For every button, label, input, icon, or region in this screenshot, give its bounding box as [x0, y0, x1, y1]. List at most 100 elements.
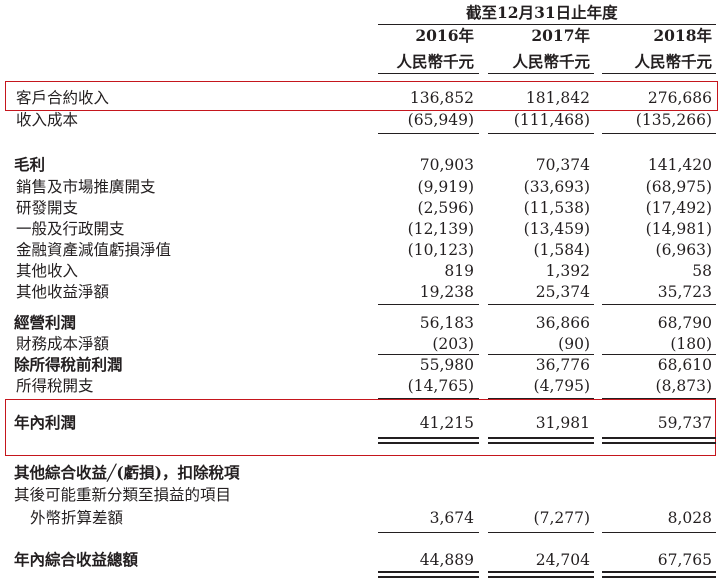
- year-header-2016: 2016年: [415, 26, 474, 45]
- row-value: 58: [692, 262, 712, 280]
- period-underline: [378, 24, 716, 25]
- subtotal-line: [602, 133, 716, 134]
- row-value: (203): [432, 335, 474, 353]
- row-label-oci-heading: 其他綜合收益╱(虧損)，扣除稅項: [14, 463, 240, 482]
- profit-highlight-box: [5, 399, 716, 456]
- row-value: (33,693): [523, 178, 590, 196]
- row-value: (4,795): [533, 377, 590, 395]
- row-label-reclassifiable-items: 其後可能重新分類至損益的項目: [14, 486, 232, 504]
- double-underline: [378, 437, 479, 439]
- row-label-revenue: 客戶合約收入: [16, 89, 110, 107]
- row-value: 3,674: [429, 509, 474, 527]
- row-label-gross-profit: 毛利: [14, 155, 46, 174]
- row-label-impairment-losses: 金融資產減值虧損淨值: [16, 241, 172, 259]
- row-label-income-tax: 所得稅開支: [16, 377, 94, 395]
- row-value: 276,686: [647, 89, 712, 107]
- row-value: 136,852: [409, 89, 474, 107]
- double-underline: [488, 437, 594, 439]
- row-label-selling-expenses: 銷售及市場推廣開支: [16, 178, 156, 196]
- row-value: (17,492): [645, 199, 712, 217]
- row-value: (14,765): [407, 377, 474, 395]
- row-value: (111,468): [513, 111, 590, 129]
- row-value: 59,737: [657, 414, 712, 432]
- row-value: (11,538): [523, 199, 590, 217]
- row-label-profit-before-tax: 除所得稅前利潤: [14, 355, 123, 374]
- double-underline: [378, 442, 479, 444]
- row-value: (8,873): [655, 377, 712, 395]
- row-value: (13,459): [523, 220, 590, 238]
- row-label-cost-of-revenue: 收入成本: [16, 111, 79, 129]
- row-value: (9,919): [417, 178, 474, 196]
- row-value: (65,949): [407, 111, 474, 129]
- row-value: 1,392: [545, 262, 590, 280]
- row-label-fx-translation: 外幣折算差額: [30, 509, 124, 527]
- row-value: (10,123): [407, 241, 474, 259]
- unit-header-2018: 人民幣千元: [634, 52, 712, 71]
- subtotal-line: [602, 532, 716, 533]
- period-header: 截至12月31日止年度: [466, 3, 618, 22]
- row-value: (180): [670, 335, 712, 353]
- unit-header-2017: 人民幣千元: [512, 52, 590, 71]
- row-value: (68,975): [645, 178, 712, 196]
- unit-header-2016: 人民幣千元: [396, 52, 474, 71]
- row-value: 70,374: [535, 156, 590, 174]
- double-underline: [602, 576, 716, 578]
- row-value: 55,980: [419, 356, 474, 374]
- subtotal-line: [488, 532, 594, 533]
- row-value: (1,584): [533, 241, 590, 259]
- row-label-other-gains: 其他收益淨額: [16, 283, 110, 301]
- row-label-operating-profit: 經營利潤: [14, 313, 77, 332]
- double-underline: [488, 571, 594, 573]
- row-label-admin-expenses: 一般及行政開支: [16, 220, 125, 238]
- row-value: 67,765: [657, 551, 712, 569]
- subtotal-line: [378, 354, 479, 355]
- double-underline: [378, 576, 479, 578]
- subtotal-line: [488, 304, 594, 305]
- row-value: 8,028: [667, 509, 712, 527]
- row-value: 181,842: [525, 89, 590, 107]
- row-label-total-comprehensive-income: 年內綜合收益總額: [14, 550, 139, 569]
- subtotal-line: [602, 304, 716, 305]
- subtotal-line: [378, 304, 479, 305]
- row-label-profit-for-year: 年內利潤: [14, 413, 77, 432]
- row-value: 41,215: [419, 414, 474, 432]
- row-value: 141,420: [647, 156, 712, 174]
- unit-underline: [488, 73, 594, 74]
- unit-underline: [602, 73, 716, 74]
- row-value: 68,610: [657, 356, 712, 374]
- row-value: 35,723: [657, 283, 712, 301]
- subtotal-line: [488, 133, 594, 134]
- double-underline: [602, 442, 716, 444]
- subtotal-line: [378, 532, 479, 533]
- row-value: 44,889: [419, 551, 474, 569]
- double-underline: [602, 437, 716, 439]
- double-underline: [378, 571, 479, 573]
- row-label-other-income: 其他收入: [16, 262, 79, 280]
- row-value: 36,776: [535, 356, 590, 374]
- row-value: (2,596): [417, 199, 474, 217]
- row-value: 24,704: [535, 551, 590, 569]
- row-value: 25,374: [535, 283, 590, 301]
- row-label-rnd-expenses: 研發開支: [16, 199, 79, 217]
- row-value: (12,139): [407, 220, 474, 238]
- row-value: 19,238: [419, 283, 474, 301]
- row-value: 56,183: [419, 314, 474, 332]
- row-value: 819: [444, 262, 474, 280]
- row-value: (7,277): [533, 509, 590, 527]
- revenue-highlight-box: [5, 81, 718, 111]
- subtotal-line: [488, 354, 594, 355]
- year-header-2018: 2018年: [653, 26, 712, 45]
- row-value: (135,266): [635, 111, 712, 129]
- row-label-finance-costs: 財務成本淨額: [16, 335, 110, 353]
- subtotal-line: [378, 133, 479, 134]
- row-value: (14,981): [645, 220, 712, 238]
- row-value: (6,963): [655, 241, 712, 259]
- subtotal-line: [602, 354, 716, 355]
- double-underline: [488, 576, 594, 578]
- row-value: 68,790: [657, 314, 712, 332]
- unit-underline: [378, 73, 479, 74]
- row-value: 36,866: [535, 314, 590, 332]
- double-underline: [602, 571, 716, 573]
- row-value: 70,903: [419, 156, 474, 174]
- year-header-2017: 2017年: [531, 26, 590, 45]
